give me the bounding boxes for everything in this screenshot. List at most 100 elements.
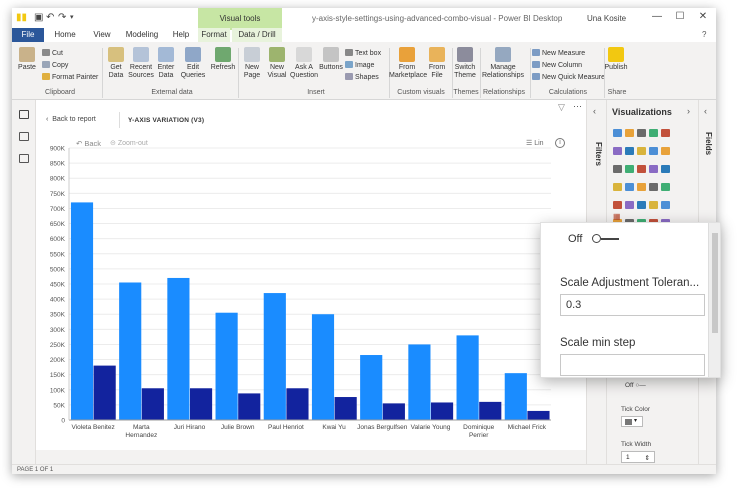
bar [70,202,94,420]
manage-relationships-button[interactable]: Manage Relationships [480,47,526,80]
save-icon[interactable]: ▣ [34,12,43,24]
tab-view[interactable]: View [88,28,116,42]
tab-modeling[interactable]: Modeling [120,28,164,42]
image-button[interactable]: Image [345,61,374,70]
visual-type-icon[interactable] [648,147,658,155]
visual-type-icon[interactable] [660,147,670,155]
report-view-icon[interactable] [19,110,29,119]
visual-type-icon[interactable] [660,129,670,137]
new-page-button[interactable]: New Page [240,47,264,80]
visual-title: Y-AXIS VARIATION (V3) [128,117,205,124]
close-button[interactable]: ✕ [696,11,710,22]
tick-color-picker[interactable]: ▾ [621,416,643,427]
speech-bubble-icon [296,47,312,62]
tab-data-drill[interactable]: Data / Drill [232,28,282,42]
filter-icon[interactable]: ▽ [558,102,565,113]
new-quick-measure-button[interactable]: New Quick Measure [532,73,605,82]
chevron-right-icon[interactable]: › [687,106,690,116]
text-box-button[interactable]: Text box [345,49,381,58]
visual-type-icon[interactable] [660,183,670,191]
visual-type-icon[interactable] [612,201,622,209]
enter-data-button[interactable]: Enter Data [155,47,177,80]
bar [479,401,502,420]
visual-type-icon[interactable] [660,165,670,173]
shapes-button[interactable]: Shapes [345,73,379,82]
visual-type-icon[interactable] [624,165,634,173]
publish-button[interactable]: Publish [604,47,628,72]
tab-file[interactable]: File [12,28,44,42]
data-view-icon[interactable] [19,132,29,141]
visual-type-icon[interactable] [648,165,658,173]
y-tick-label: 750K [50,191,66,198]
tick-width-input[interactable]: 1 ⇕ [621,451,655,463]
visual-type-icon[interactable] [660,201,670,209]
window-title: y-axis-style-settings-using-advanced-com… [312,14,563,23]
visual-type-icon[interactable] [612,129,622,137]
visual-type-icon[interactable] [636,183,646,191]
visual-type-icon[interactable] [624,147,634,155]
user-name[interactable]: Una Kosite [587,14,626,23]
chevron-left-icon[interactable]: ‹ [593,106,596,116]
tab-help[interactable]: Help [168,28,194,42]
tab-format[interactable]: Format [198,28,230,42]
visual-type-icon[interactable] [636,165,646,173]
y-tick-label: 300K [50,327,66,334]
format-painter-button[interactable]: Format Painter [42,73,98,82]
info-icon[interactable]: i [555,138,565,148]
custom-visual-icon[interactable]: ▦ [613,212,621,221]
scrollbar-thumb[interactable] [712,233,718,333]
new-visual-button[interactable]: New Visual [265,47,289,80]
maximize-button[interactable]: ☐ [673,11,687,22]
visual-type-icon[interactable] [636,129,646,137]
recent-sources-button[interactable]: Recent Sources [128,47,154,80]
back-to-report-button[interactable]: ‹ Back to report [46,116,96,123]
new-measure-button[interactable]: New Measure [532,49,585,58]
tab-home[interactable]: Home [48,28,82,42]
ask-question-button[interactable]: Ask A Question [290,47,318,80]
chevron-left-icon[interactable]: ‹ [704,106,707,116]
visual-type-icon[interactable] [648,201,658,209]
scale-tolerance-input[interactable]: 0.3 [560,294,705,316]
visual-type-icon[interactable] [612,147,622,155]
new-column-button[interactable]: New Column [532,61,582,70]
get-data-button[interactable]: Get Data [104,47,128,80]
minimize-button[interactable]: — [650,11,664,22]
powerbi-logo-icon: ▮▮ [16,12,28,23]
scrollbar[interactable] [708,223,720,377]
ribbon: Paste Cut Copy Format Painter Clipboard … [12,42,716,100]
visual-type-icon[interactable] [624,129,634,137]
visual-type-icon[interactable] [612,183,622,191]
visual-type-icon[interactable] [648,129,658,137]
switch-theme-button[interactable]: Switch Theme [452,47,478,80]
visual-type-icon[interactable] [648,183,658,191]
x-tick-label: Marta [133,424,150,431]
y-tick-label: 700K [50,206,66,213]
paste-button[interactable]: Paste [16,47,38,72]
visual-type-icon[interactable] [636,147,646,155]
group-relationships: Relationships [482,89,526,96]
visual-type-icon[interactable] [636,201,646,209]
quick-access-dropdown-icon[interactable]: ▾ [70,12,74,24]
edit-queries-button[interactable]: Edit Queries [178,47,208,80]
refresh-icon [215,47,231,62]
model-view-icon[interactable] [19,154,29,163]
visual-type-icon[interactable] [624,201,634,209]
text-box-icon [345,49,353,56]
scale-min-step-input[interactable] [560,354,705,376]
copy-button[interactable]: Copy [42,61,68,70]
group-themes: Themes [453,89,479,96]
redo-icon[interactable]: ↷ [58,12,66,24]
copy-icon [42,61,50,68]
refresh-button[interactable]: Refresh [210,47,236,72]
visual-type-icon[interactable] [612,165,622,173]
buttons-icon [323,47,339,62]
from-file-button[interactable]: From File [425,47,449,80]
from-marketplace-button[interactable]: From Marketplace [389,47,427,80]
buttons-button[interactable]: Buttons [319,47,343,72]
help-icon[interactable]: ? [702,30,706,39]
more-options-icon[interactable]: ⋯ [573,101,582,112]
cut-button[interactable]: Cut [42,49,63,58]
visual-type-icon[interactable] [624,183,634,191]
off-toggle-small[interactable]: Off ○— [625,382,646,389]
undo-icon[interactable]: ↶ [46,12,54,24]
